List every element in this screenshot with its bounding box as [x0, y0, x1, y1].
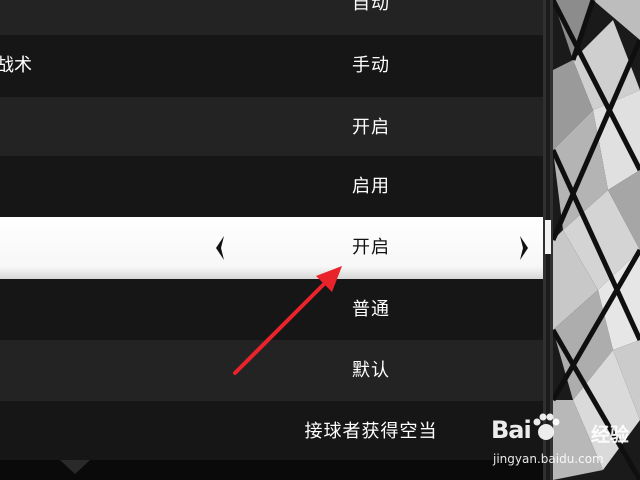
watermark-url: jingyan.baidu.com	[493, 452, 604, 466]
watermark: Bai 经验 jingyan.baidu.com	[491, 408, 631, 474]
watermark-suffix: 经验	[591, 424, 630, 446]
paw-icon	[533, 413, 560, 440]
watermark-logo-text: Bai	[491, 416, 532, 444]
